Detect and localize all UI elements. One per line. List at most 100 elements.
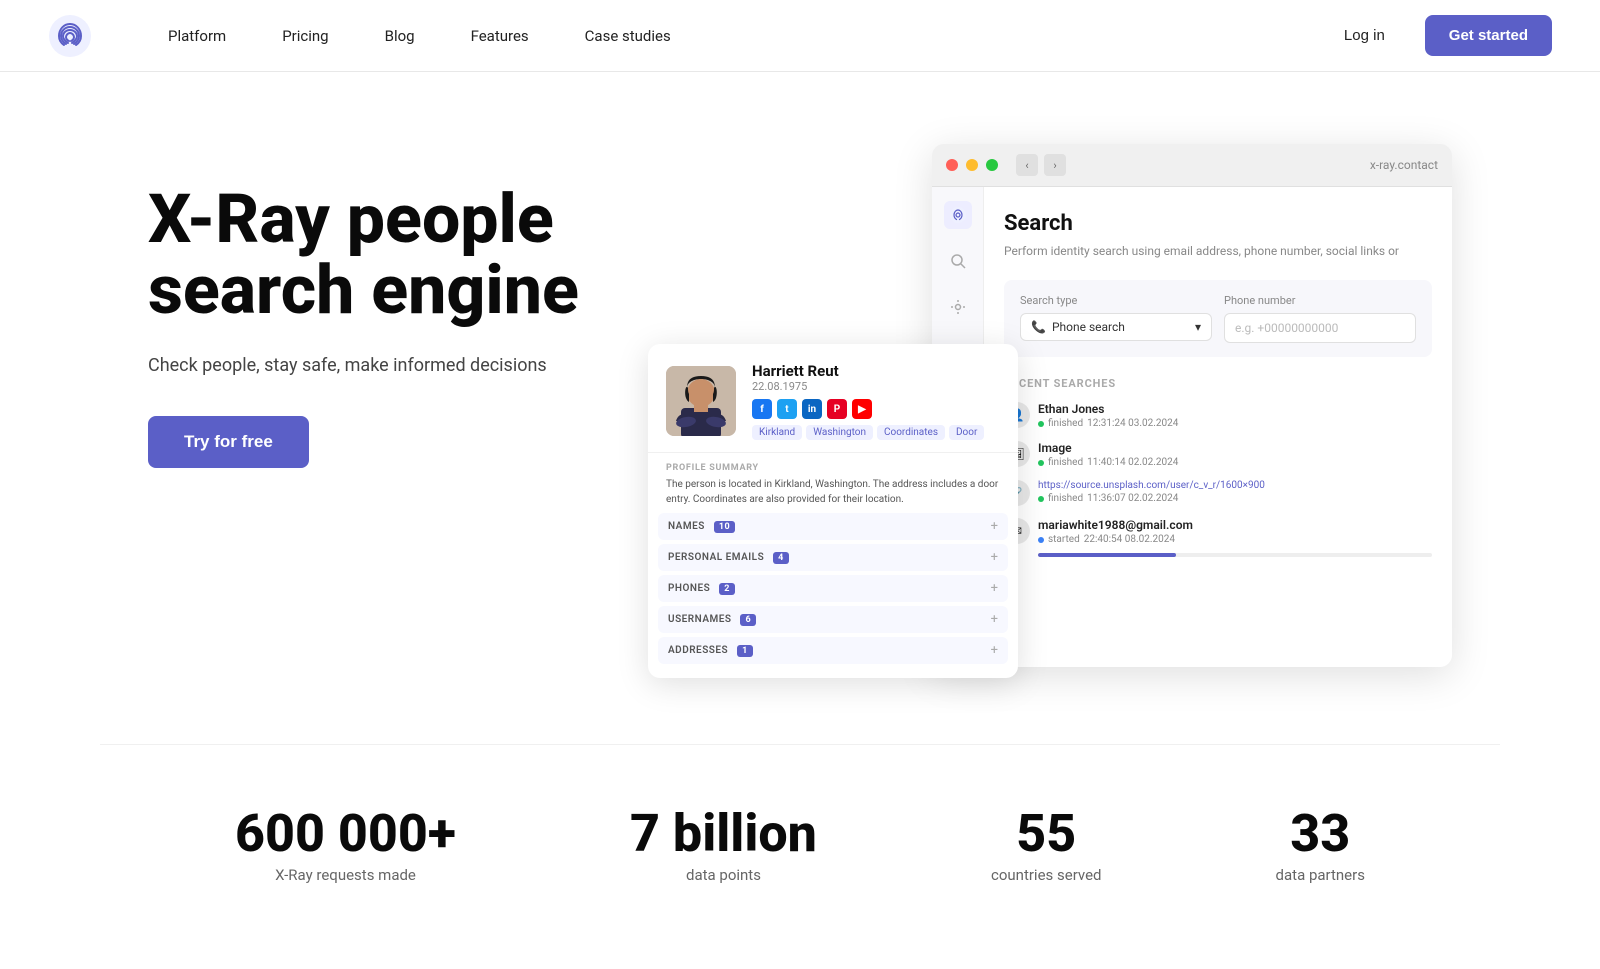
- stat-countries-label: countries served: [991, 866, 1102, 884]
- search-type-value: Phone search: [1052, 320, 1125, 334]
- recent-meta-4: started 22:40:54 08.02.2024: [1038, 534, 1432, 545]
- nav-platform[interactable]: Platform: [140, 0, 254, 72]
- data-row-usernames-label: USERNAMES 6: [668, 614, 756, 625]
- nav-case-studies[interactable]: Case studies: [557, 0, 699, 72]
- profile-tags: Kirkland Washington Coordinates Door: [752, 425, 1000, 440]
- status-dot-1: [1038, 421, 1044, 427]
- profile-photo: [666, 366, 736, 436]
- recent-time-3: 11:36:07 02.02.2024: [1087, 493, 1178, 504]
- stats-section: 600 000+ X-Ray requests made 7 billion d…: [100, 744, 1500, 924]
- hero-title: X-Ray people search engine: [148, 184, 608, 327]
- browser-nav-buttons: ‹ ›: [1016, 154, 1066, 176]
- browser-url: x-ray.contact: [1082, 158, 1438, 172]
- dot-yellow: [966, 159, 978, 171]
- stat-partners: 33 data partners: [1276, 805, 1365, 884]
- data-row-emails-label: PERSONAL EMAILS 4: [668, 552, 789, 563]
- nav-links: Platform Pricing Blog Features Case stud…: [140, 0, 1328, 72]
- profile-summary-label: PROFILE SUMMARY: [666, 463, 1000, 473]
- recent-name-2: Image: [1038, 441, 1432, 455]
- data-row-names[interactable]: NAMES 10 +: [658, 513, 1008, 540]
- data-row-usernames-expand[interactable]: +: [991, 612, 998, 627]
- profile-card-header: Harriett Reut 22.08.1975 f t in P ▶ Kirk…: [648, 344, 1018, 453]
- stat-partners-label: data partners: [1276, 866, 1365, 884]
- recent-item-3[interactable]: 🔗 https://source.unsplash.com/user/c_v_r…: [1004, 480, 1432, 506]
- login-button[interactable]: Log in: [1328, 19, 1401, 52]
- data-row-phones[interactable]: PHONES 2 +: [658, 575, 1008, 602]
- browser-back-button[interactable]: ‹: [1016, 154, 1038, 176]
- stat-countries-number: 55: [991, 805, 1102, 862]
- recent-searches-title: RECENT SEARCHES: [1004, 377, 1432, 390]
- search-type-label: Search type: [1020, 294, 1212, 307]
- youtube-icon[interactable]: ▶: [852, 399, 872, 419]
- phone-number-label: Phone number: [1224, 294, 1416, 307]
- data-row-addresses[interactable]: ADDRESSES 1 +: [658, 637, 1008, 664]
- data-row-names-label: NAMES 10: [668, 521, 735, 532]
- recent-time-4: 22:40:54 08.02.2024: [1084, 534, 1175, 545]
- profile-summary-section: PROFILE SUMMARY The person is located in…: [648, 453, 1018, 513]
- recent-item-4[interactable]: ✉ mariawhite1988@gmail.com started 22:40…: [1004, 518, 1432, 557]
- logo[interactable]: [48, 14, 92, 58]
- hero-right: ‹ › x-ray.contact: [648, 144, 1452, 684]
- recent-meta-1: finished 12:31:24 03.02.2024: [1038, 418, 1432, 429]
- nav-pricing[interactable]: Pricing: [254, 0, 356, 72]
- recent-item-1[interactable]: 👤 Ethan Jones finished 12:31:24 03.02.20…: [1004, 402, 1432, 429]
- search-type-select[interactable]: 📞 Phone search ▾: [1020, 313, 1212, 341]
- phone-number-col: Phone number e.g. +00000000000: [1224, 294, 1416, 343]
- profile-card: Harriett Reut 22.08.1975 f t in P ▶ Kirk…: [648, 344, 1018, 678]
- recent-info-4: mariawhite1988@gmail.com started 22:40:5…: [1038, 518, 1432, 557]
- try-free-button[interactable]: Try for free: [148, 416, 309, 468]
- data-row-usernames[interactable]: USERNAMES 6 +: [658, 606, 1008, 633]
- profile-tag-door: Door: [949, 425, 984, 440]
- data-row-emails-expand[interactable]: +: [991, 550, 998, 565]
- status-dot-3: [1038, 496, 1044, 502]
- stat-countries: 55 countries served: [991, 805, 1102, 884]
- search-form: Search type 📞 Phone search ▾ Phone numbe…: [1004, 280, 1432, 357]
- hero-left: X-Ray people search engine Check people,…: [148, 144, 608, 468]
- profile-tag-washington: Washington: [806, 425, 873, 440]
- sidebar-logo-icon[interactable]: [944, 201, 972, 229]
- data-row-phones-expand[interactable]: +: [991, 581, 998, 596]
- search-form-row: Search type 📞 Phone search ▾ Phone numbe…: [1020, 294, 1416, 343]
- data-row-emails[interactable]: PERSONAL EMAILS 4 +: [658, 544, 1008, 571]
- browser-forward-button[interactable]: ›: [1044, 154, 1066, 176]
- phone-input[interactable]: e.g. +00000000000: [1224, 313, 1416, 343]
- sidebar-settings-icon[interactable]: [944, 293, 972, 321]
- recent-meta-3: finished 11:36:07 02.02.2024: [1038, 493, 1432, 504]
- data-row-names-count: 10: [714, 521, 735, 533]
- recent-item-2[interactable]: 🖼 Image finished 11:40:14 02.02.2024: [1004, 441, 1432, 468]
- chevron-down-icon: ▾: [1195, 320, 1201, 334]
- twitter-icon[interactable]: t: [777, 399, 797, 419]
- stat-partners-number: 33: [1276, 805, 1365, 862]
- stat-requests: 600 000+ X-Ray requests made: [235, 805, 456, 884]
- data-row-addresses-expand[interactable]: +: [991, 643, 998, 658]
- linkedin-icon[interactable]: in: [802, 399, 822, 419]
- hero-subtitle: Check people, stay safe, make informed d…: [148, 355, 608, 376]
- nav-blog[interactable]: Blog: [357, 0, 443, 72]
- recent-info-3: https://source.unsplash.com/user/c_v_r/1…: [1038, 480, 1432, 504]
- profile-info: Harriett Reut 22.08.1975 f t in P ▶ Kirk…: [752, 362, 1000, 440]
- recent-name-1: Ethan Jones: [1038, 402, 1432, 416]
- data-row-names-expand[interactable]: +: [991, 519, 998, 534]
- search-section-desc: Perform identity search using email addr…: [1004, 242, 1432, 260]
- sidebar-search-icon[interactable]: [944, 247, 972, 275]
- nav-features[interactable]: Features: [443, 0, 557, 72]
- dot-green: [986, 159, 998, 171]
- profile-tag-kirkland: Kirkland: [752, 425, 802, 440]
- recent-info-2: Image finished 11:40:14 02.02.2024: [1038, 441, 1432, 468]
- progress-bar: [1038, 553, 1432, 557]
- recent-meta-2: finished 11:40:14 02.02.2024: [1038, 457, 1432, 468]
- profile-name: Harriett Reut: [752, 362, 1000, 380]
- profile-dob: 22.08.1975: [752, 380, 1000, 393]
- stat-requests-label: X-Ray requests made: [235, 866, 456, 884]
- data-row-addresses-label: ADDRESSES 1: [668, 645, 753, 656]
- get-started-button[interactable]: Get started: [1425, 15, 1552, 56]
- recent-time-2: 11:40:14 02.02.2024: [1087, 457, 1178, 468]
- facebook-icon[interactable]: f: [752, 399, 772, 419]
- data-row-phones-label: PHONES 2: [668, 583, 735, 594]
- dot-red: [946, 159, 958, 171]
- profile-tag-coordinates: Coordinates: [877, 425, 945, 440]
- pinterest-icon[interactable]: P: [827, 399, 847, 419]
- recent-name-4: mariawhite1988@gmail.com: [1038, 518, 1432, 532]
- recent-time-1: 12:31:24 03.02.2024: [1087, 418, 1178, 429]
- hero-section: X-Ray people search engine Check people,…: [100, 72, 1500, 744]
